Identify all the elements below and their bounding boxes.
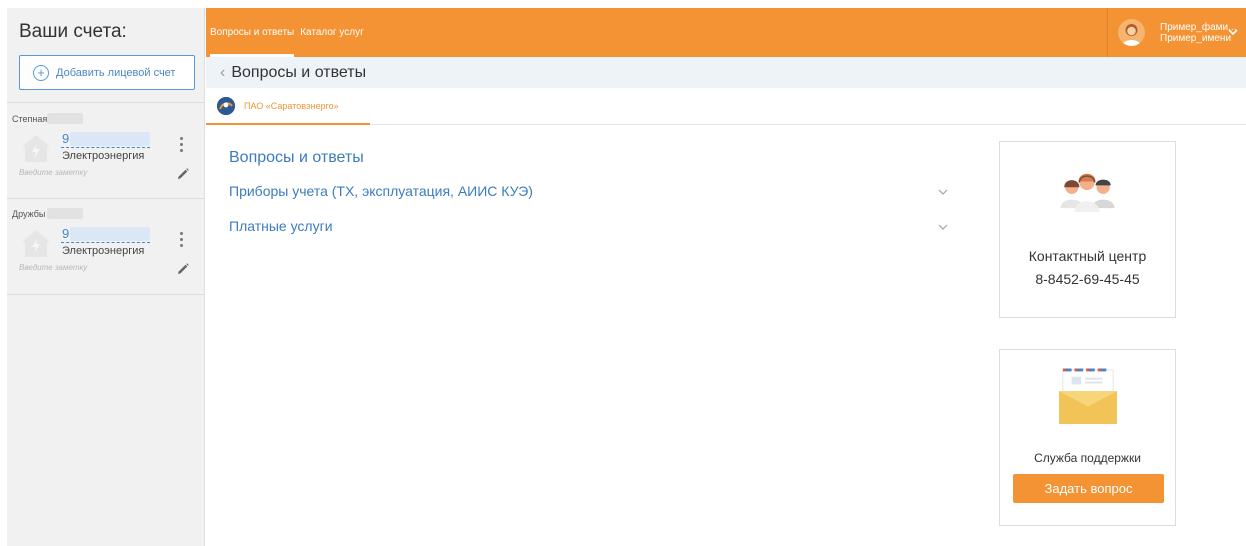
provider-tabs: ПАО «Саратовэнерго» xyxy=(206,88,1246,125)
account-number[interactable]: 9 xyxy=(62,226,69,241)
app: Ваши счета: + Добавить лицевой счет Степ… xyxy=(0,0,1246,546)
nav-faq[interactable]: Вопросы и ответы xyxy=(210,27,295,57)
divider xyxy=(7,198,205,199)
account-number-underline xyxy=(61,147,150,148)
contact-center-phone: 8-8452-69-45-45 xyxy=(1035,271,1140,287)
divider xyxy=(7,102,205,103)
more-vertical-icon[interactable] xyxy=(177,136,185,156)
chevron-left-icon[interactable]: ‹ xyxy=(220,64,225,82)
more-vertical-icon[interactable] xyxy=(177,231,185,251)
account-item[interactable]: Дружбы ул. 9 Электроэнергия Введите заме… xyxy=(7,208,205,293)
account-service: Электроэнергия xyxy=(62,245,145,257)
pencil-icon[interactable] xyxy=(175,261,191,277)
faq-item-meters[interactable]: Приборы учета (ТХ, эксплуатация, АИИС КУ… xyxy=(229,183,949,203)
sidebar-title: Ваши счета: xyxy=(19,21,127,42)
nav-catalog[interactable]: Каталог услуг xyxy=(300,27,364,38)
account-item[interactable]: Степная ул. 9 Электроэнергия Введите зам… xyxy=(7,113,205,198)
address-redacted xyxy=(47,208,83,219)
account-number[interactable]: 9 xyxy=(62,131,69,146)
top-nav: Вопросы и ответы Каталог услуг xyxy=(210,8,370,57)
faq-item-paid-services[interactable]: Платные услуги xyxy=(229,218,949,238)
envelope-icon xyxy=(1059,368,1117,425)
faq-question: Приборы учета (ТХ, эксплуатация, АИИС КУ… xyxy=(229,183,533,199)
add-account-label: Добавить лицевой счет xyxy=(56,66,176,79)
add-account-button[interactable]: + Добавить лицевой счет xyxy=(19,55,195,90)
account-number-redacted xyxy=(70,227,150,241)
account-number-underline xyxy=(61,242,150,243)
user-menu[interactable]: Пример_фами... Пример_имени xyxy=(1107,8,1246,57)
chevron-down-icon[interactable] xyxy=(1228,27,1238,37)
user-icon xyxy=(1122,24,1141,46)
account-service: Электроэнергия xyxy=(62,150,145,162)
account-number-redacted xyxy=(70,132,150,146)
support-card: Служба поддержки Задать вопрос xyxy=(999,349,1176,526)
user-name: Пример_имени xyxy=(1160,32,1232,44)
user-surname: Пример_фами... xyxy=(1160,21,1237,33)
address-redacted xyxy=(47,113,83,124)
accounts-sidebar: Ваши счета: + Добавить лицевой счет Степ… xyxy=(7,8,205,546)
top-bar: Вопросы и ответы Каталог услуг Пример_фа… xyxy=(206,8,1246,57)
contact-center-title: Контактный центр xyxy=(1028,248,1147,264)
page-title: Вопросы и ответы xyxy=(231,63,367,81)
support-title: Служба поддержки xyxy=(1034,451,1141,465)
house-lightning-icon xyxy=(22,230,50,257)
divider xyxy=(7,294,205,295)
chevron-down-icon[interactable] xyxy=(937,187,949,197)
account-note-field[interactable]: Введите заметку xyxy=(19,168,87,177)
pencil-icon[interactable] xyxy=(175,166,191,182)
account-note-field[interactable]: Введите заметку xyxy=(19,263,87,272)
plus-circle-icon: + xyxy=(33,64,49,81)
house-lightning-icon xyxy=(22,135,50,162)
user-names: Пример_фами... Пример_имени xyxy=(1160,22,1236,44)
tab-saratovenergo[interactable]: ПАО «Саратовэнерго» xyxy=(206,88,370,125)
faq-question: Платные услуги xyxy=(229,218,333,234)
saratovenergo-logo-icon xyxy=(217,96,235,115)
avatar xyxy=(1118,19,1145,46)
contact-center-card: Контактный центр 8-8452-69-45-45 xyxy=(999,141,1176,318)
faq-heading: Вопросы и ответы xyxy=(229,149,364,166)
breadcrumb[interactable]: ‹ Вопросы и ответы xyxy=(206,57,1246,88)
ask-question-button[interactable]: Задать вопрос xyxy=(1013,474,1164,503)
tab-label: ПАО «Саратовэнерго» xyxy=(244,100,339,111)
call-center-icon xyxy=(1060,173,1115,212)
chevron-down-icon[interactable] xyxy=(937,222,949,232)
